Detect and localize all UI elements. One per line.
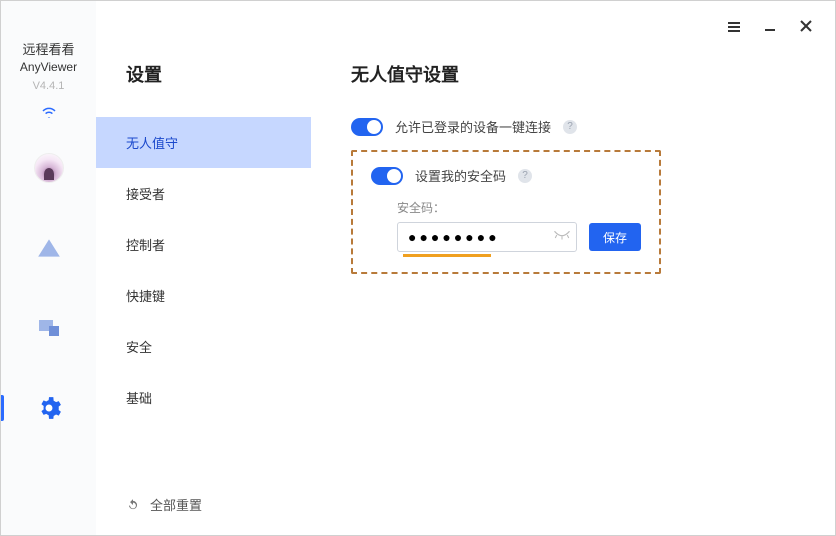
reset-label: 全部重置 bbox=[150, 495, 202, 514]
window-controls bbox=[727, 19, 813, 38]
minimize-button[interactable] bbox=[763, 19, 777, 38]
main-title: 无人值守设置 bbox=[351, 61, 805, 87]
left-sidebar: 远程看看 AnyViewer V4.4.1 bbox=[1, 1, 96, 535]
wifi-icon bbox=[40, 104, 58, 123]
security-code-label: 安全码： bbox=[397, 199, 641, 216]
close-button[interactable] bbox=[799, 19, 813, 38]
option1-label: 允许已登录的设备一键连接 bbox=[395, 117, 551, 136]
menu-item-controller[interactable]: 控制者 bbox=[96, 219, 311, 270]
brand-line1: 远程看看 bbox=[20, 41, 77, 59]
save-button[interactable]: 保存 bbox=[589, 223, 641, 251]
menu-item-unattended[interactable]: 无人值守 bbox=[96, 117, 311, 168]
toggle-security-code[interactable] bbox=[371, 167, 403, 185]
reset-all-button[interactable]: 全部重置 bbox=[96, 483, 311, 526]
toggle-allow-oneclick[interactable] bbox=[351, 118, 383, 136]
menu-item-receiver[interactable]: 接受者 bbox=[96, 168, 311, 219]
option-set-security-code: 设置我的安全码 ? bbox=[371, 166, 641, 185]
help-icon[interactable]: ? bbox=[563, 120, 577, 134]
menu-icon[interactable] bbox=[727, 20, 741, 38]
avatar-icon bbox=[34, 153, 64, 183]
nav-connect[interactable] bbox=[34, 233, 64, 263]
menu-item-security[interactable]: 安全 bbox=[96, 321, 311, 372]
brand-line2: AnyViewer bbox=[20, 59, 77, 76]
menu-item-basic[interactable]: 基础 bbox=[96, 372, 311, 423]
nav-avatar[interactable] bbox=[34, 153, 64, 183]
brand-version: V4.4.1 bbox=[33, 80, 65, 92]
menu-item-shortcuts[interactable]: 快捷键 bbox=[96, 270, 311, 321]
help-icon-2[interactable]: ? bbox=[518, 169, 532, 183]
reset-icon bbox=[126, 498, 140, 512]
option-allow-oneclick: 允许已登录的设备一键连接 ? bbox=[351, 117, 805, 136]
eye-closed-icon[interactable] bbox=[553, 228, 571, 246]
settings-title: 设置 bbox=[96, 61, 311, 117]
option2-label: 设置我的安全码 bbox=[415, 166, 506, 185]
nav-settings[interactable] bbox=[34, 393, 64, 423]
settings-menu: 设置 无人值守 接受者 控制者 快捷键 安全 基础 全部重置 bbox=[96, 1, 311, 535]
strength-indicator bbox=[403, 254, 491, 257]
security-code-input[interactable] bbox=[397, 222, 577, 252]
nav-devices[interactable] bbox=[34, 313, 64, 343]
security-code-section: 设置我的安全码 ? 安全码： 保 bbox=[351, 150, 661, 274]
main-content: 无人值守设置 允许已登录的设备一键连接 ? 设置我的安全码 ? 安全码： bbox=[311, 1, 835, 535]
gear-icon bbox=[36, 395, 62, 421]
brand-title: 远程看看 AnyViewer bbox=[20, 41, 77, 76]
